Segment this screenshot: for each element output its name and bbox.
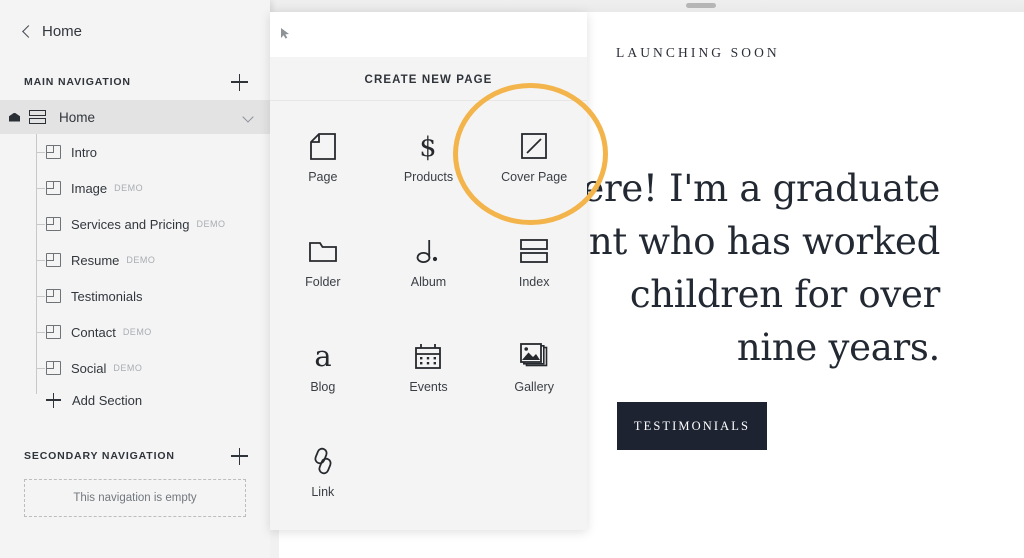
svg-text:$: $ [420,132,437,161]
demo-badge: DEMO [113,363,143,373]
calendar-icon [408,336,448,376]
tree-connector [36,368,45,369]
tile-label: Link [311,485,335,499]
tile-label: Products [403,170,454,184]
chevron-down-icon[interactable] [242,111,254,123]
list-item[interactable]: Image DEMO [0,170,270,206]
testimonials-button[interactable]: TESTIMONIALS [617,402,767,450]
list-item-label: Resume [71,252,120,268]
plus-icon[interactable] [231,73,248,91]
cursor-arrow-icon [281,28,289,39]
preview-drag-handle[interactable] [686,3,716,8]
tile-label: Blog [310,380,336,394]
panel-edge-strip [270,530,279,558]
main-navigation-title: MAIN NAVIGATION [24,76,131,88]
demo-badge: DEMO [122,327,152,337]
preview-eyebrow: LAUNCHING SOON [616,45,780,60]
tree-connector [36,332,45,333]
page-icon [46,289,61,303]
letter-a-icon: a [303,336,343,376]
main-navigation-header: MAIN NAVIGATION [0,68,270,96]
list-item[interactable]: Intro [0,134,270,170]
page-icon [46,325,61,339]
page-tree: Intro Image DEMO Services and Pricing DE… [0,134,270,394]
list-item-label: Contact [71,324,116,340]
plus-icon [46,392,61,408]
tile-label: Page [308,170,338,184]
tile-gallery[interactable]: Gallery [481,322,587,406]
demo-badge: DEMO [114,183,144,193]
panel-header-area [270,12,587,57]
page-icon [46,361,61,375]
add-section-button[interactable]: Add Section [0,386,270,414]
list-item[interactable]: Resume DEMO [0,242,270,278]
list-item-label: Image [71,180,108,196]
page-icon [303,126,343,166]
cover-page-icon [514,126,554,166]
list-item-label: Social [71,360,107,376]
plus-icon[interactable] [231,447,248,465]
link-icon [303,441,343,481]
page-icon [46,145,61,159]
folder-icon [303,231,343,271]
tile-link[interactable]: Link [270,427,376,511]
music-note-icon [408,231,448,271]
list-item[interactable]: Services and Pricing DEMO [0,206,270,242]
index-icon [514,231,554,271]
tile-events[interactable]: Events [376,322,482,406]
list-item[interactable]: Social DEMO [0,350,270,386]
app-root: LAUNCHING SOON ere! I'm a graduate nt wh… [0,0,1024,558]
tile-label: Events [409,380,448,394]
tile-index[interactable]: Index [481,217,587,301]
back-label: Home [42,22,83,40]
tile-page[interactable]: Page [270,112,376,196]
tile-cover-page[interactable]: Cover Page [481,112,587,196]
tile-folder[interactable]: Folder [270,217,376,301]
secondary-navigation-title: SECONDARY NAVIGATION [24,450,175,462]
list-item-label: Testimonials [71,288,143,304]
list-item[interactable]: Testimonials [0,278,270,314]
empty-navigation-placeholder[interactable]: This navigation is empty [24,479,246,517]
tile-label: Cover Page [501,170,568,184]
demo-badge: DEMO [126,255,156,265]
back-to-home-button[interactable]: Home [0,14,270,48]
list-item-label: Services and Pricing [71,216,190,232]
list-item[interactable]: Contact DEMO [0,314,270,350]
add-section-label: Add Section [72,392,143,408]
tile-label: Folder [305,275,341,289]
panel-title: CREATE NEW PAGE [364,74,493,86]
divider [270,100,587,101]
svg-text:a: a [314,341,331,371]
home-icon [9,112,20,122]
sidebar-item-label: Home [59,109,96,125]
demo-badge: DEMO [196,219,226,229]
tree-connector [36,296,45,297]
secondary-navigation-header: SECONDARY NAVIGATION [0,442,270,470]
chevron-left-icon [22,25,35,38]
tile-products[interactable]: $ Products [376,112,482,196]
index-icon [29,109,46,125]
dollar-icon: $ [408,126,448,166]
tree-connector [36,188,45,189]
navigation-sidebar: Home MAIN NAVIGATION Home Intro Image DE… [0,0,270,558]
tile-label: Album [410,275,447,289]
page-icon [46,253,61,267]
tile-album[interactable]: Album [376,217,482,301]
page-icon [46,181,61,195]
list-item-label: Intro [71,144,98,160]
create-new-page-panel: CREATE NEW PAGE Page $ Products Cover Pa… [270,12,587,530]
tree-connector [36,152,45,153]
page-type-grid: Page $ Products Cover Page Folder Album … [270,112,587,511]
tile-label: Gallery [514,380,554,394]
page-icon [46,217,61,231]
sidebar-item-home[interactable]: Home [0,100,270,134]
tree-connector [36,260,45,261]
tile-label: Index [518,275,550,289]
tile-blog[interactable]: a Blog [270,322,376,406]
gallery-icon [514,336,554,376]
tree-connector [36,224,45,225]
